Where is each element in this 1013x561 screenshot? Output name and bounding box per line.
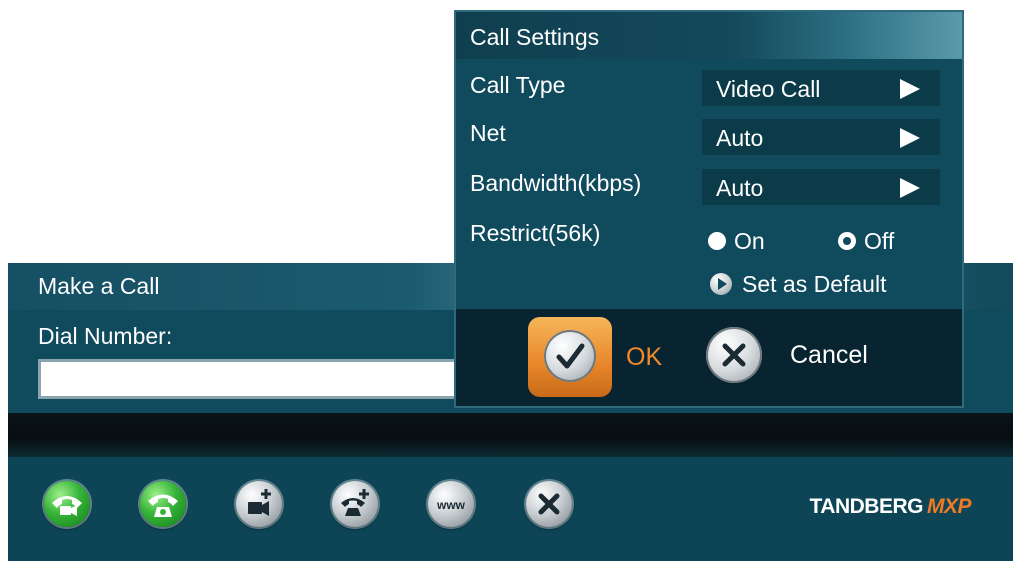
net-selector[interactable]: Auto (702, 119, 940, 155)
radio-unselected-icon (708, 232, 726, 250)
restrict-on-radio[interactable]: On (708, 228, 808, 258)
video-call-icon[interactable] (44, 481, 90, 527)
cancel-button[interactable]: Cancel (706, 327, 906, 387)
checkmark-icon (544, 330, 596, 382)
call-settings-title: Call Settings (470, 24, 600, 50)
add-video-call-icon[interactable] (236, 481, 282, 527)
ok-label: OK (626, 343, 663, 371)
set-as-default-button[interactable]: Set as Default (710, 271, 950, 301)
add-phone-call-icon[interactable] (332, 481, 378, 527)
call-type-value: Video Call (716, 76, 821, 102)
call-type-arrow-icon (900, 79, 920, 99)
brand-name: TANDBERG (809, 495, 924, 518)
call-settings-header: Call Settings (456, 12, 962, 59)
set-as-default-label: Set as Default (742, 271, 887, 297)
call-type-label: Call Type (470, 72, 566, 98)
brand-logo: TANDBERG MXP (809, 495, 972, 519)
ok-button[interactable]: OK (528, 317, 678, 397)
dial-number-label: Dial Number: (38, 323, 173, 349)
separator-band (8, 413, 1013, 457)
dial-number-input[interactable] (38, 359, 468, 399)
restrict-off-label: Off (864, 228, 895, 254)
www-icon[interactable]: www (428, 481, 474, 527)
ok-highlight (528, 317, 612, 397)
make-a-call-title: Make a Call (38, 273, 160, 299)
bandwidth-label: Bandwidth(kbps) (470, 170, 642, 196)
brand-model: MXP (926, 495, 972, 518)
close-icon (706, 327, 762, 383)
close-icon[interactable] (526, 481, 572, 527)
radio-selected-icon (838, 232, 856, 250)
net-label: Net (470, 120, 506, 146)
call-settings-dialog: Call Settings Call Type Video Call Net A… (454, 10, 964, 408)
call-type-selector[interactable]: Video Call (702, 70, 940, 106)
bandwidth-arrow-icon (900, 178, 920, 198)
restrict-on-label: On (734, 228, 765, 254)
restrict-label: Restrict(56k) (470, 220, 601, 246)
dialog-action-bar: OK Cancel (456, 309, 962, 406)
cancel-label: Cancel (790, 341, 868, 369)
net-arrow-icon (900, 128, 920, 148)
svg-text:www: www (436, 498, 466, 512)
net-value: Auto (716, 125, 764, 151)
phone-call-icon[interactable] (140, 481, 186, 527)
bottom-toolbar: www TANDBERG MXP (8, 457, 1013, 561)
restrict-off-radio[interactable]: Off (838, 228, 938, 258)
play-icon (710, 273, 732, 295)
bandwidth-value: Auto (716, 175, 764, 201)
bandwidth-selector[interactable]: Auto (702, 169, 940, 205)
